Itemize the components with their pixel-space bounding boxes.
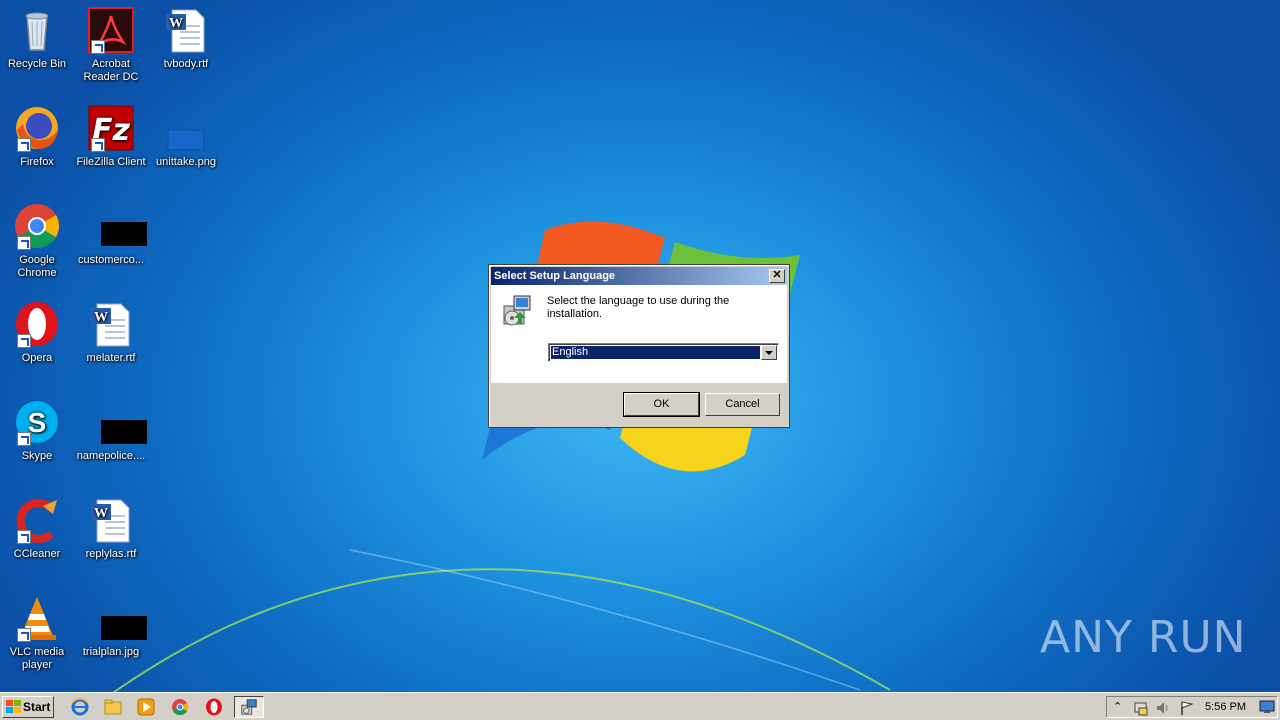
opera-icon[interactable]	[204, 697, 224, 717]
anyrun-watermark: ANY RUN	[1040, 612, 1247, 663]
setup-language-dialog: Select Setup Language ✕ Select the langu…	[488, 264, 790, 428]
cancel-button[interactable]: Cancel	[705, 393, 780, 416]
desktop-icon-label: CCleaner	[13, 548, 61, 560]
word-document-icon: W	[91, 303, 130, 347]
recycle-bin-icon	[25, 12, 49, 51]
desktop-icon-label: melater.rtf	[86, 352, 136, 364]
svg-text:W: W	[169, 16, 183, 31]
clock[interactable]: 5:56 PM	[1205, 701, 1246, 713]
dialog-content: Select the language to use during the in…	[491, 285, 787, 383]
dialog-prompt: Select the language to use during the in…	[547, 295, 730, 320]
dialog-titlebar[interactable]: Select Setup Language ✕	[491, 267, 787, 285]
desktop-icon-label: namepolice....	[76, 450, 146, 462]
wallpaper-swoosh	[112, 549, 891, 692]
close-button[interactable]: ✕	[769, 269, 785, 283]
desktop-icon-skype[interactable]: S Skype	[0, 398, 74, 463]
desktop-icon-label: trialplan.jpg	[82, 646, 140, 658]
chevron-down-icon[interactable]	[761, 345, 777, 360]
desktop-icon-namepolice[interactable]: namepolice....	[74, 398, 148, 463]
volume-icon[interactable]	[1155, 700, 1171, 716]
desktop-icon-label: replylas.rtf	[85, 548, 137, 560]
desktop-icon-unittake[interactable]: unittake.png	[149, 104, 223, 169]
svg-text:W: W	[94, 310, 108, 325]
desktop-icon-label: FileZilla Client	[76, 156, 146, 168]
shortcut-arrow-icon	[17, 236, 31, 250]
desktop-icon-label: tvbody.rtf	[163, 58, 209, 70]
close-icon: ✕	[772, 269, 782, 281]
system-tray: ⌃ 5:56 PM	[1106, 696, 1278, 718]
file-thumbnail-icon	[101, 616, 147, 640]
desktop-icon-recycle-bin[interactable]: Recycle Bin	[0, 6, 74, 71]
desktop-icon-label: Skype	[21, 450, 53, 462]
word-document-icon: W	[91, 499, 130, 543]
desktop-icon-tvbody[interactable]: W tvbody.rtf	[149, 6, 223, 71]
shortcut-arrow-icon	[17, 432, 31, 446]
svg-text:W: W	[94, 506, 108, 521]
action-center-icon[interactable]	[1133, 700, 1149, 716]
ok-button[interactable]: OK	[623, 392, 700, 417]
desktop-icon-label: Recycle Bin	[7, 58, 67, 70]
desktop-icon-replylas[interactable]: W replylas.rtf	[74, 496, 148, 561]
desktop-icon-label: Google Chrome	[17, 254, 57, 279]
desktop-icon-melater[interactable]: W melater.rtf	[74, 300, 148, 365]
taskbar: Start ⌃ 5:56 PM	[0, 692, 1280, 720]
desktop-icon-acrobat-reader[interactable]: Acrobat Reader DC	[74, 6, 148, 84]
file-thumbnail-icon	[101, 420, 147, 444]
desktop-icon-label: VLC media player	[9, 646, 65, 671]
chrome-icon[interactable]	[170, 697, 190, 717]
file-explorer-icon[interactable]	[103, 697, 123, 717]
desktop-icon-label: Acrobat Reader DC	[83, 58, 139, 83]
desktop-icon-filezilla[interactable]: Fz FileZilla Client	[74, 104, 148, 169]
desktop-icon-firefox[interactable]: Firefox	[0, 104, 74, 169]
show-desktop-icon[interactable]	[1259, 700, 1275, 714]
start-label: Start	[23, 700, 51, 714]
desktop-icon-label: unittake.png	[156, 156, 216, 168]
shortcut-arrow-icon	[17, 334, 31, 348]
desktop-icon-opera[interactable]: Opera	[0, 300, 74, 365]
word-document-icon: W	[166, 9, 205, 53]
setup-taskbar-button[interactable]	[234, 696, 264, 718]
desktop-icon-customerco[interactable]: customerco...	[74, 202, 148, 267]
shortcut-arrow-icon	[17, 530, 31, 544]
file-thumbnail-icon	[101, 222, 147, 246]
desktop-icon-vlc[interactable]: VLC media player	[0, 594, 74, 672]
language-select[interactable]: English	[548, 343, 779, 362]
dialog-title: Select Setup Language	[494, 270, 616, 282]
image-file-icon	[167, 129, 205, 151]
windows-flag-icon	[6, 700, 21, 713]
desktop-icon-label: customerco...	[77, 254, 145, 266]
flag-icon[interactable]	[1179, 700, 1195, 716]
desktop-icon-google-chrome[interactable]: Google Chrome	[0, 202, 74, 280]
desktop-icon-label: Firefox	[20, 156, 54, 168]
desktop-icon-trialplan[interactable]: trialplan.jpg	[74, 594, 148, 659]
shortcut-arrow-icon	[17, 138, 31, 152]
language-select-value: English	[551, 346, 760, 359]
tray-expand-icon[interactable]: ⌃	[1113, 700, 1122, 713]
setup-installer-icon	[503, 295, 531, 326]
shortcut-arrow-icon	[91, 138, 105, 152]
setup-installer-icon	[241, 699, 257, 715]
shortcut-arrow-icon	[17, 628, 31, 642]
desktop-icon-ccleaner[interactable]: CCleaner	[0, 496, 74, 561]
shortcut-arrow-icon	[91, 40, 105, 54]
desktop-icon-label: Opera	[21, 352, 53, 364]
media-player-icon[interactable]	[136, 697, 156, 717]
internet-explorer-icon[interactable]	[70, 697, 90, 717]
start-button[interactable]: Start	[2, 696, 54, 718]
